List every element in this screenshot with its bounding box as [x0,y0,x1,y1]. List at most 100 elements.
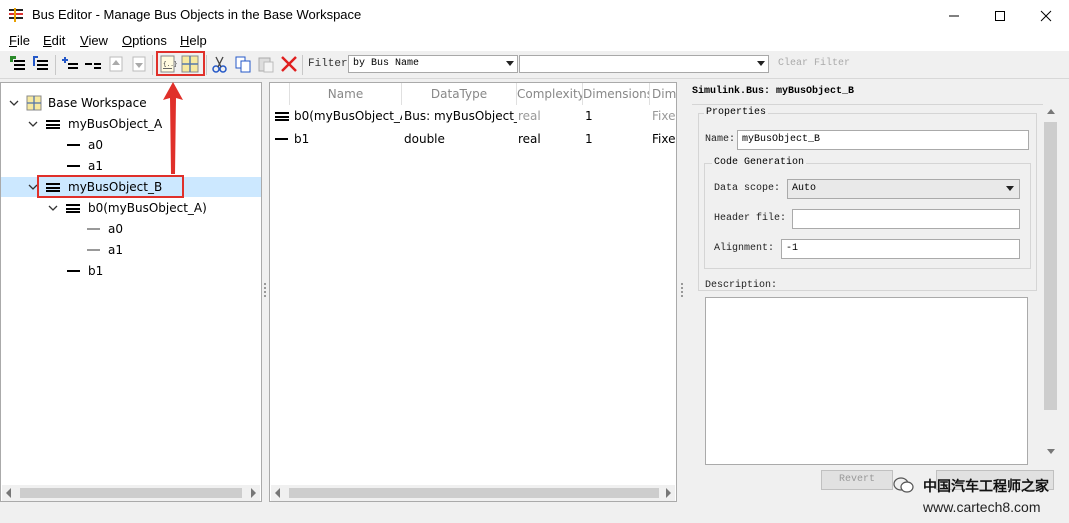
move-down-button[interactable] [129,54,149,74]
delete-icon [281,56,297,72]
maximize-button[interactable] [977,0,1023,31]
tree-item-label: a1 [108,243,123,257]
splitter-handle[interactable] [681,283,685,297]
tree-horizontal-scrollbar[interactable] [2,485,260,501]
menu-options[interactable]: Options [122,33,167,48]
tree-item-b0[interactable]: b0(myBusObject_A) [1,198,261,218]
data-scope-select[interactable]: Auto [787,179,1020,199]
maximize-icon [995,10,1005,21]
tree-root-base-workspace[interactable]: Base Workspace [1,93,261,113]
copy-button[interactable] [233,54,253,74]
move-up-icon [109,56,123,72]
table-horizontal-scrollbar[interactable] [271,485,675,501]
cell-name: b0(myBusObject_A) [294,109,402,123]
watermark-line2: www.cartech8.com [923,499,1041,515]
minimize-icon [949,15,959,16]
minimize-button[interactable] [931,0,977,31]
chevron-down-icon [48,205,58,211]
workspace-icon [26,95,42,111]
name-label: Name: [705,134,736,145]
watermark-line1: 中国汽车工程师之家 [923,479,1049,495]
column-header-datatype[interactable]: DataType [402,83,517,105]
menu-mnemonic: O [122,33,133,48]
menu-help[interactable]: Help [180,33,207,48]
revert-button[interactable]: Revert [821,470,893,490]
column-header-icon [270,83,290,105]
elements-table-pane: Name DataType Complexity Dimensions Dime… [269,82,677,502]
clear-filter-button[interactable]: Clear Filter [778,58,850,69]
annotation-arrow-icon [163,82,183,174]
tree-item-a0-nested[interactable]: a0 [1,219,261,239]
tree-item-a1-nested[interactable]: a1 [1,240,261,260]
cell-complexity: real [518,132,541,146]
cell-datatype: double [404,132,445,146]
bus-icon [275,112,289,121]
tree-item-label: myBusObject_A [68,117,163,131]
data-scope-label: Data scope: [714,183,781,194]
tree-item-label: a0 [108,222,123,236]
tree-item-a0[interactable]: a0 [1,135,261,155]
paste-button[interactable] [256,54,276,74]
paste-icon [258,57,274,73]
table-header: Name DataType Complexity Dimensions Dime [270,83,676,105]
tree-item-b1[interactable]: b1 [1,261,261,281]
scrollbar-thumb[interactable] [20,488,242,498]
add-bus-button[interactable] [8,54,28,74]
menu-bar: File Edit View Options Help [0,31,1069,51]
scrollbar-thumb[interactable] [1044,122,1057,410]
cell-dimension-mode: Fixed [652,132,676,146]
scrollbar-thumb[interactable] [289,488,659,498]
description-field[interactable] [705,297,1028,465]
add-element-button[interactable] [60,54,80,74]
tree-item-label: b1 [88,264,104,278]
cell-complexity: real [518,109,541,123]
properties-scroll-area: Properties Name: myBusObject_B Code Gene… [692,104,1043,465]
menu-edit[interactable]: Edit [43,33,65,48]
annotation-highlight-box [37,175,184,198]
cell-name: b1 [294,132,310,146]
close-icon [1040,10,1052,21]
bus-icon [66,204,80,213]
toolbar-separator [152,55,153,75]
tree-item-mybusobject-a[interactable]: myBusObject_A [1,114,261,134]
properties-vertical-scrollbar[interactable] [1043,104,1059,460]
wechat-icon [893,477,914,493]
tree-item-label: a0 [88,138,103,152]
close-button[interactable] [1023,0,1069,31]
table-row[interactable]: b1 double real 1 Fixed [270,128,676,150]
properties-header: Simulink.Bus: myBusObject_B [692,86,855,97]
name-field[interactable]: myBusObject_B [737,130,1029,150]
filter-mode-select[interactable]: by Bus Name [348,55,518,73]
import-bus-icon [33,56,48,70]
scroll-left-icon [275,488,280,498]
tree-item-a1[interactable]: a1 [1,156,261,176]
chevron-down-icon [1006,186,1014,191]
signal-icon [67,144,80,146]
move-up-button[interactable] [106,54,126,74]
toolbar-separator [55,55,56,75]
filter-text-input[interactable] [519,55,769,73]
column-header-name[interactable]: Name [290,83,402,105]
column-header-complexity[interactable]: Complexity [517,83,583,105]
scroll-down-icon [1047,449,1055,454]
alignment-value: -1 [786,243,799,254]
menu-view[interactable]: View [80,33,108,48]
menu-file[interactable]: File [9,33,30,48]
insert-element-button[interactable] [83,54,103,74]
signal-icon [67,270,80,272]
chevron-down-icon [506,61,514,66]
splitter-handle[interactable] [264,283,268,297]
code-generation-title: Code Generation [712,157,807,168]
column-header-dimension-mode[interactable]: Dime [650,83,676,105]
delete-button[interactable] [279,54,299,74]
scroll-right-icon [666,488,671,498]
column-header-dimensions[interactable]: Dimensions [583,83,650,105]
table-row[interactable]: b0(myBusObject_A) Bus: myBusObject_A rea… [270,105,676,127]
add-element-icon [62,57,78,69]
header-file-field[interactable] [792,209,1020,229]
name-field-value: myBusObject_B [742,134,821,145]
import-bus-button[interactable] [31,54,51,74]
bus-editor-icon [9,8,23,22]
cut-button[interactable] [210,54,230,74]
alignment-field[interactable]: -1 [781,239,1020,259]
